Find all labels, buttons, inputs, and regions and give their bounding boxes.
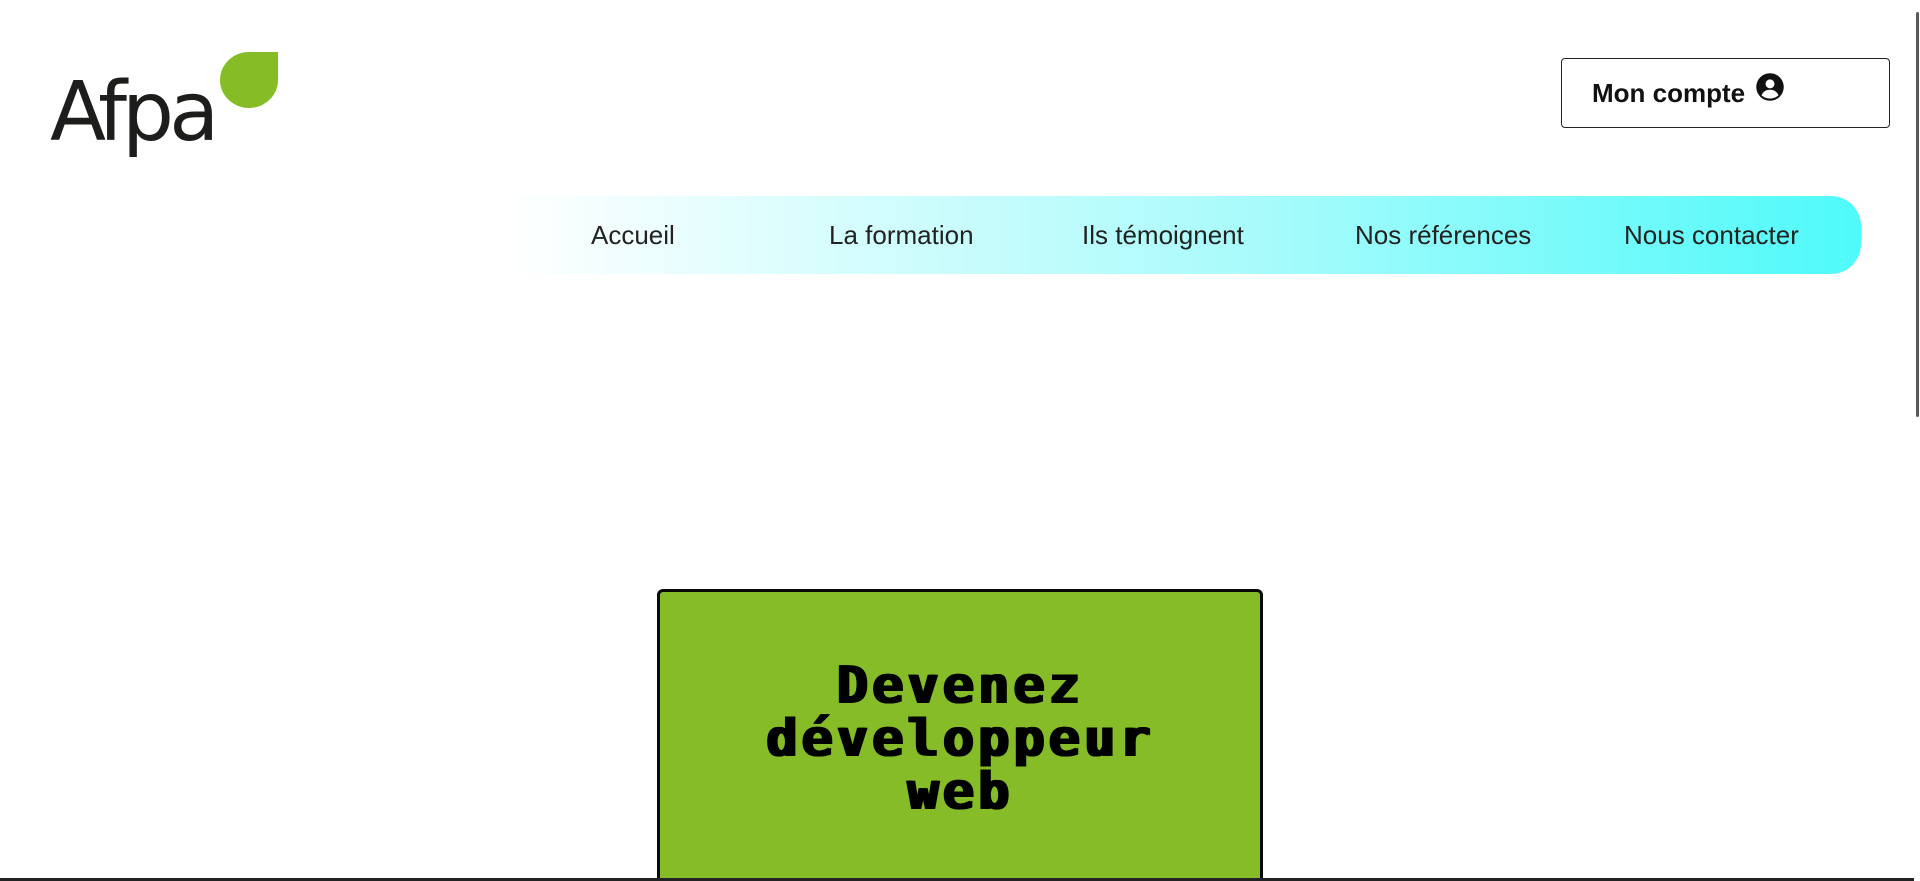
- hero-title-line-3: web: [907, 762, 1013, 822]
- hero-title: Devenez développeur web: [660, 660, 1260, 819]
- my-account-label: Mon compte: [1592, 77, 1746, 108]
- nav-item-nos-references[interactable]: Nos références: [1355, 196, 1531, 274]
- leaf-icon: [220, 52, 278, 108]
- afpa-logo[interactable]: Afpa: [50, 50, 282, 170]
- main-navigation: Accueil La formation Ils témoignent Nos …: [503, 196, 1861, 274]
- scrollbar[interactable]: [1914, 0, 1920, 881]
- hero-card: Devenez développeur web: [657, 589, 1263, 881]
- user-circle-icon: [1756, 73, 1784, 101]
- scrollbar-thumb[interactable]: [1916, 12, 1919, 417]
- page: Afpa Mon compte Accueil La formation Ils…: [0, 0, 1920, 881]
- nav-item-accueil[interactable]: Accueil: [591, 196, 675, 274]
- logo-text: Afpa: [50, 65, 219, 160]
- nav-item-nous-contacter[interactable]: Nous contacter: [1624, 196, 1799, 274]
- hero-title-line-1: Devenez: [836, 656, 1084, 716]
- hero-title-line-2: développeur: [765, 709, 1155, 769]
- my-account-button[interactable]: Mon compte: [1561, 58, 1890, 128]
- nav-item-la-formation[interactable]: La formation: [829, 196, 974, 274]
- nav-item-ils-temoignent[interactable]: Ils témoignent: [1082, 196, 1244, 274]
